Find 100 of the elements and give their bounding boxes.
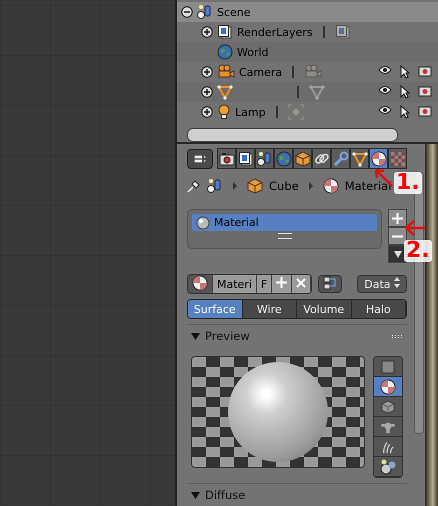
plus-icon [392, 212, 403, 224]
camera-icon[interactable] [418, 105, 432, 117]
outliner-row[interactable]: Scene [177, 2, 438, 22]
node-button[interactable] [318, 275, 342, 294]
browse-material-button[interactable] [188, 275, 213, 294]
hair-strands-icon [381, 440, 395, 454]
sky-sphere-icon [380, 458, 396, 474]
breadcrumb-label: Cube [269, 179, 299, 194]
mesh-icon [309, 84, 325, 100]
material-slot[interactable]: Material [192, 214, 377, 232]
material-type-tab[interactable]: Surface [188, 300, 242, 318]
caret-icon [394, 250, 402, 258]
sphere-icon [196, 216, 210, 230]
panel-title: Preview [205, 329, 250, 343]
new-material-button[interactable] [272, 275, 292, 294]
sphere-icon [322, 178, 339, 194]
outliner-row[interactable]: Camera [177, 62, 438, 82]
material-name-field[interactable]: Materi [213, 275, 257, 294]
outliner-item-label[interactable]: World [237, 46, 269, 58]
sphere-icon [380, 378, 396, 394]
camera-icon[interactable] [418, 85, 432, 97]
expand-toggle[interactable] [201, 86, 213, 98]
image-stack-tab[interactable] [236, 148, 255, 169]
wrench-icon [332, 150, 348, 166]
outliner-row[interactable] [177, 82, 438, 102]
mesh-icon [352, 150, 368, 166]
close-icon [296, 278, 306, 288]
add-slot-button[interactable] [388, 209, 407, 228]
lamp-icon [217, 104, 231, 120]
cube-icon [381, 400, 395, 414]
expand-toggle[interactable] [201, 106, 213, 118]
unlink-button[interactable] [292, 275, 312, 294]
mesh-tab[interactable] [350, 148, 369, 169]
link-dropdown[interactable]: Data [357, 275, 407, 294]
scrollbar[interactable] [187, 128, 398, 142]
scene-tab[interactable] [255, 148, 274, 169]
outliner-item-label[interactable]: Camera [239, 66, 282, 78]
cursor-icon[interactable] [400, 85, 410, 99]
camera-tab[interactable] [217, 148, 236, 169]
checker-icon [390, 150, 406, 166]
cube-icon [247, 178, 263, 194]
outliner-item-label[interactable]: Scene [217, 6, 251, 18]
sphere-icon [192, 275, 208, 292]
chain-link-icon [314, 150, 330, 166]
chain-link-tab[interactable] [312, 148, 331, 169]
material-type-tab[interactable]: Halo [352, 300, 406, 318]
scene-icon [256, 150, 272, 166]
outliner-item-label[interactable]: Lamp [235, 106, 266, 118]
cursor-icon[interactable] [400, 105, 410, 119]
preview-hair-button[interactable] [374, 437, 402, 457]
expand-toggle[interactable] [201, 66, 213, 78]
scene-icon [197, 4, 213, 20]
resize-grip[interactable] [278, 233, 292, 240]
expand-toggle[interactable] [201, 26, 213, 38]
plus-icon [276, 277, 288, 288]
camera-icon[interactable] [418, 65, 432, 77]
mesh-icon [217, 84, 233, 100]
image-stack-icon [334, 24, 351, 40]
cube-tab[interactable] [293, 148, 312, 169]
remove-slot-button[interactable] [388, 227, 407, 246]
minus-icon [392, 234, 403, 238]
breadcrumb-label: Material [344, 179, 392, 194]
cursor-icon[interactable] [400, 65, 410, 79]
eye-icon[interactable] [378, 105, 392, 115]
node-icon [323, 276, 338, 290]
panel-header[interactable]: Diffuse [187, 483, 407, 506]
outliner-row[interactable]: Lamp [177, 102, 438, 122]
pin-icon[interactable] [187, 179, 201, 194]
image-stack-icon [217, 24, 233, 40]
editor-type-button[interactable] [187, 148, 213, 168]
eye-icon[interactable] [378, 65, 392, 75]
checker-tab[interactable] [388, 148, 407, 169]
annotation-arrow-icon [403, 218, 427, 238]
material-type-tab[interactable]: Wire [242, 300, 297, 318]
material-type-tab[interactable]: Volume [297, 300, 352, 318]
preview-cube-button[interactable] [374, 397, 402, 417]
collapse-toggle[interactable] [181, 6, 193, 18]
lamp-data-icon [288, 104, 304, 120]
scene-icon [207, 178, 223, 194]
panel-header[interactable]: Preview [187, 324, 407, 347]
preview-plane-button[interactable] [374, 357, 402, 377]
annotation-label: 2. [404, 240, 432, 262]
drag-handle-icon[interactable] [391, 334, 403, 338]
fake-user-button[interactable]: F [256, 275, 272, 294]
outliner-item-label[interactable]: RenderLayers [237, 26, 313, 38]
sphere-icon [370, 150, 386, 166]
up-down-arrows-icon [394, 277, 400, 288]
globe-icon [276, 150, 292, 166]
eye-icon[interactable] [378, 85, 392, 95]
camera-icon [304, 64, 322, 80]
globe-tab[interactable] [274, 148, 293, 169]
outliner-row[interactable]: World [177, 42, 438, 62]
outliner-row[interactable]: RenderLayers [177, 22, 438, 42]
preview-sphere-button[interactable] [374, 377, 402, 397]
plane-icon [381, 360, 395, 374]
sphere-tab[interactable] [369, 148, 388, 169]
preview-monkey-head-button[interactable] [374, 417, 402, 437]
globe-icon [217, 44, 233, 60]
preview-sky-sphere-button[interactable] [374, 457, 402, 477]
wrench-tab[interactable] [331, 148, 350, 169]
